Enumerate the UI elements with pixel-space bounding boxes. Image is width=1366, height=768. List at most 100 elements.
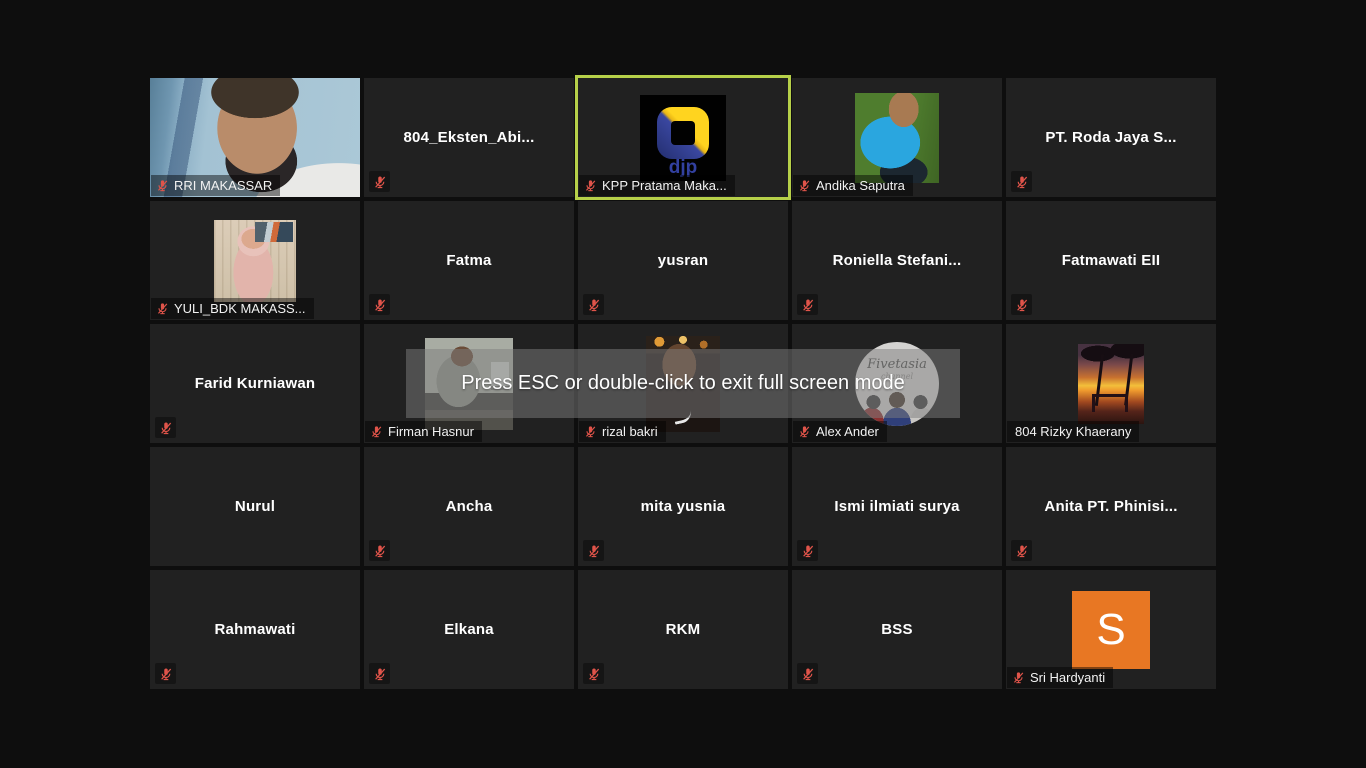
participant-tile[interactable]: Nurul [150,447,360,566]
muted-mic-badge [155,663,176,684]
participant-name: Alex Ander [816,424,879,439]
muted-mic-badge [155,417,176,438]
participant-tile[interactable]: Ismi ilmiati surya [792,447,1002,566]
muted-mic-badge [369,540,390,561]
participant-tile[interactable]: Rahmawati [150,570,360,689]
profile-photo [855,93,939,183]
participant-tile[interactable]: djpKPP Pratama Maka... [578,78,788,197]
muted-mic-badge [583,540,604,561]
participant-name-label: RRI MAKASSAR [151,175,280,196]
participant-name: YULI_BDK MAKASS... [174,301,306,316]
participant-name: BSS [792,570,1002,689]
muted-mic-icon [584,179,597,192]
muted-mic-icon [370,425,383,438]
muted-mic-icon [584,425,597,438]
muted-mic-icon [159,421,173,435]
fullscreen-exit-overlay: Press ESC or double-click to exit full s… [406,349,960,418]
participant-name-label: Firman Hasnur [365,421,482,442]
muted-mic-icon [1015,298,1029,312]
profile-photo [214,220,296,302]
muted-mic-icon [1015,544,1029,558]
participant-tile[interactable]: Fatma [364,201,574,320]
muted-mic-icon [798,179,811,192]
muted-mic-icon [373,175,387,189]
profile-photo [1078,344,1144,424]
participant-name: Ismi ilmiati surya [792,447,1002,566]
muted-mic-icon [801,298,815,312]
participant-tile[interactable]: mita yusnia [578,447,788,566]
participant-name: rizal bakri [602,424,658,439]
participant-tile[interactable]: YULI_BDK MAKASS... [150,201,360,320]
participant-name-label: KPP Pratama Maka... [579,175,735,196]
muted-mic-badge [369,663,390,684]
muted-mic-icon [1012,671,1025,684]
participant-name: yusran [578,201,788,320]
participant-tile[interactable]: PT. Roda Jaya S... [1006,78,1216,197]
participant-name-label: YULI_BDK MAKASS... [151,298,314,319]
muted-mic-icon [373,667,387,681]
participant-name: Ancha [364,447,574,566]
participant-name: Fatma [364,201,574,320]
participant-name: 804_Eksten_Abi... [364,78,574,197]
participant-name: Farid Kurniawan [150,324,360,443]
participant-name-label: Andika Saputra [793,175,913,196]
muted-mic-icon [1015,175,1029,189]
participant-name: Fatmawati EII [1006,201,1216,320]
participant-tile[interactable]: BSS [792,570,1002,689]
muted-mic-badge [369,294,390,315]
muted-mic-badge [797,540,818,561]
muted-mic-icon [159,667,173,681]
participant-name: PT. Roda Jaya S... [1006,78,1216,197]
participant-name: RRI MAKASSAR [174,178,272,193]
muted-mic-icon [801,544,815,558]
participant-tile[interactable]: RRI MAKASSAR [150,78,360,197]
muted-mic-icon [801,667,815,681]
participant-tile[interactable]: RKM [578,570,788,689]
participant-name: Nurul [150,447,360,566]
muted-mic-badge [583,294,604,315]
participant-name: Sri Hardyanti [1030,670,1105,685]
participant-tile[interactable]: Fatmawati EII [1006,201,1216,320]
participant-name: mita yusnia [578,447,788,566]
muted-mic-badge [797,294,818,315]
participant-name: Rahmawati [150,570,360,689]
participant-name-label: Sri Hardyanti [1007,667,1113,688]
participant-tile[interactable]: Andika Saputra [792,78,1002,197]
participant-name: 804 Rizky Khaerany [1015,424,1131,439]
participant-tile[interactable]: Farid Kurniawan [150,324,360,443]
participant-name: Roniella Stefani... [792,201,1002,320]
initial-avatar: S [1072,591,1150,669]
participant-name-label: 804 Rizky Khaerany [1007,421,1139,442]
muted-mic-icon [587,667,601,681]
participant-tile[interactable]: 804 Rizky Khaerany [1006,324,1216,443]
muted-mic-icon [798,425,811,438]
participant-name-label: Alex Ander [793,421,887,442]
muted-mic-icon [373,544,387,558]
participant-tile[interactable]: Anita PT. Phinisi... [1006,447,1216,566]
participant-tile[interactable]: Ancha [364,447,574,566]
muted-mic-badge [797,663,818,684]
participant-tile[interactable]: Roniella Stefani... [792,201,1002,320]
participant-tile[interactable]: yusran [578,201,788,320]
meeting-fullscreen-stage: RRI MAKASSAR804_Eksten_Abi...djpKPP Prat… [0,0,1366,768]
participant-name: Anita PT. Phinisi... [1006,447,1216,566]
participant-tile[interactable]: Elkana [364,570,574,689]
muted-mic-badge [1011,294,1032,315]
participant-name-label: rizal bakri [579,421,666,442]
participant-tile[interactable]: SSri Hardyanti [1006,570,1216,689]
muted-mic-icon [156,302,169,315]
participant-name: Andika Saputra [816,178,905,193]
participant-tile[interactable]: 804_Eksten_Abi... [364,78,574,197]
muted-mic-badge [583,663,604,684]
muted-mic-badge [369,171,390,192]
muted-mic-badge [1011,171,1032,192]
muted-mic-icon [587,544,601,558]
participant-name: RKM [578,570,788,689]
participant-name: KPP Pratama Maka... [602,178,727,193]
muted-mic-badge [1011,540,1032,561]
logo-avatar: djp [640,95,726,181]
participant-name: Firman Hasnur [388,424,474,439]
participant-name: Elkana [364,570,574,689]
muted-mic-icon [373,298,387,312]
muted-mic-icon [156,179,169,192]
